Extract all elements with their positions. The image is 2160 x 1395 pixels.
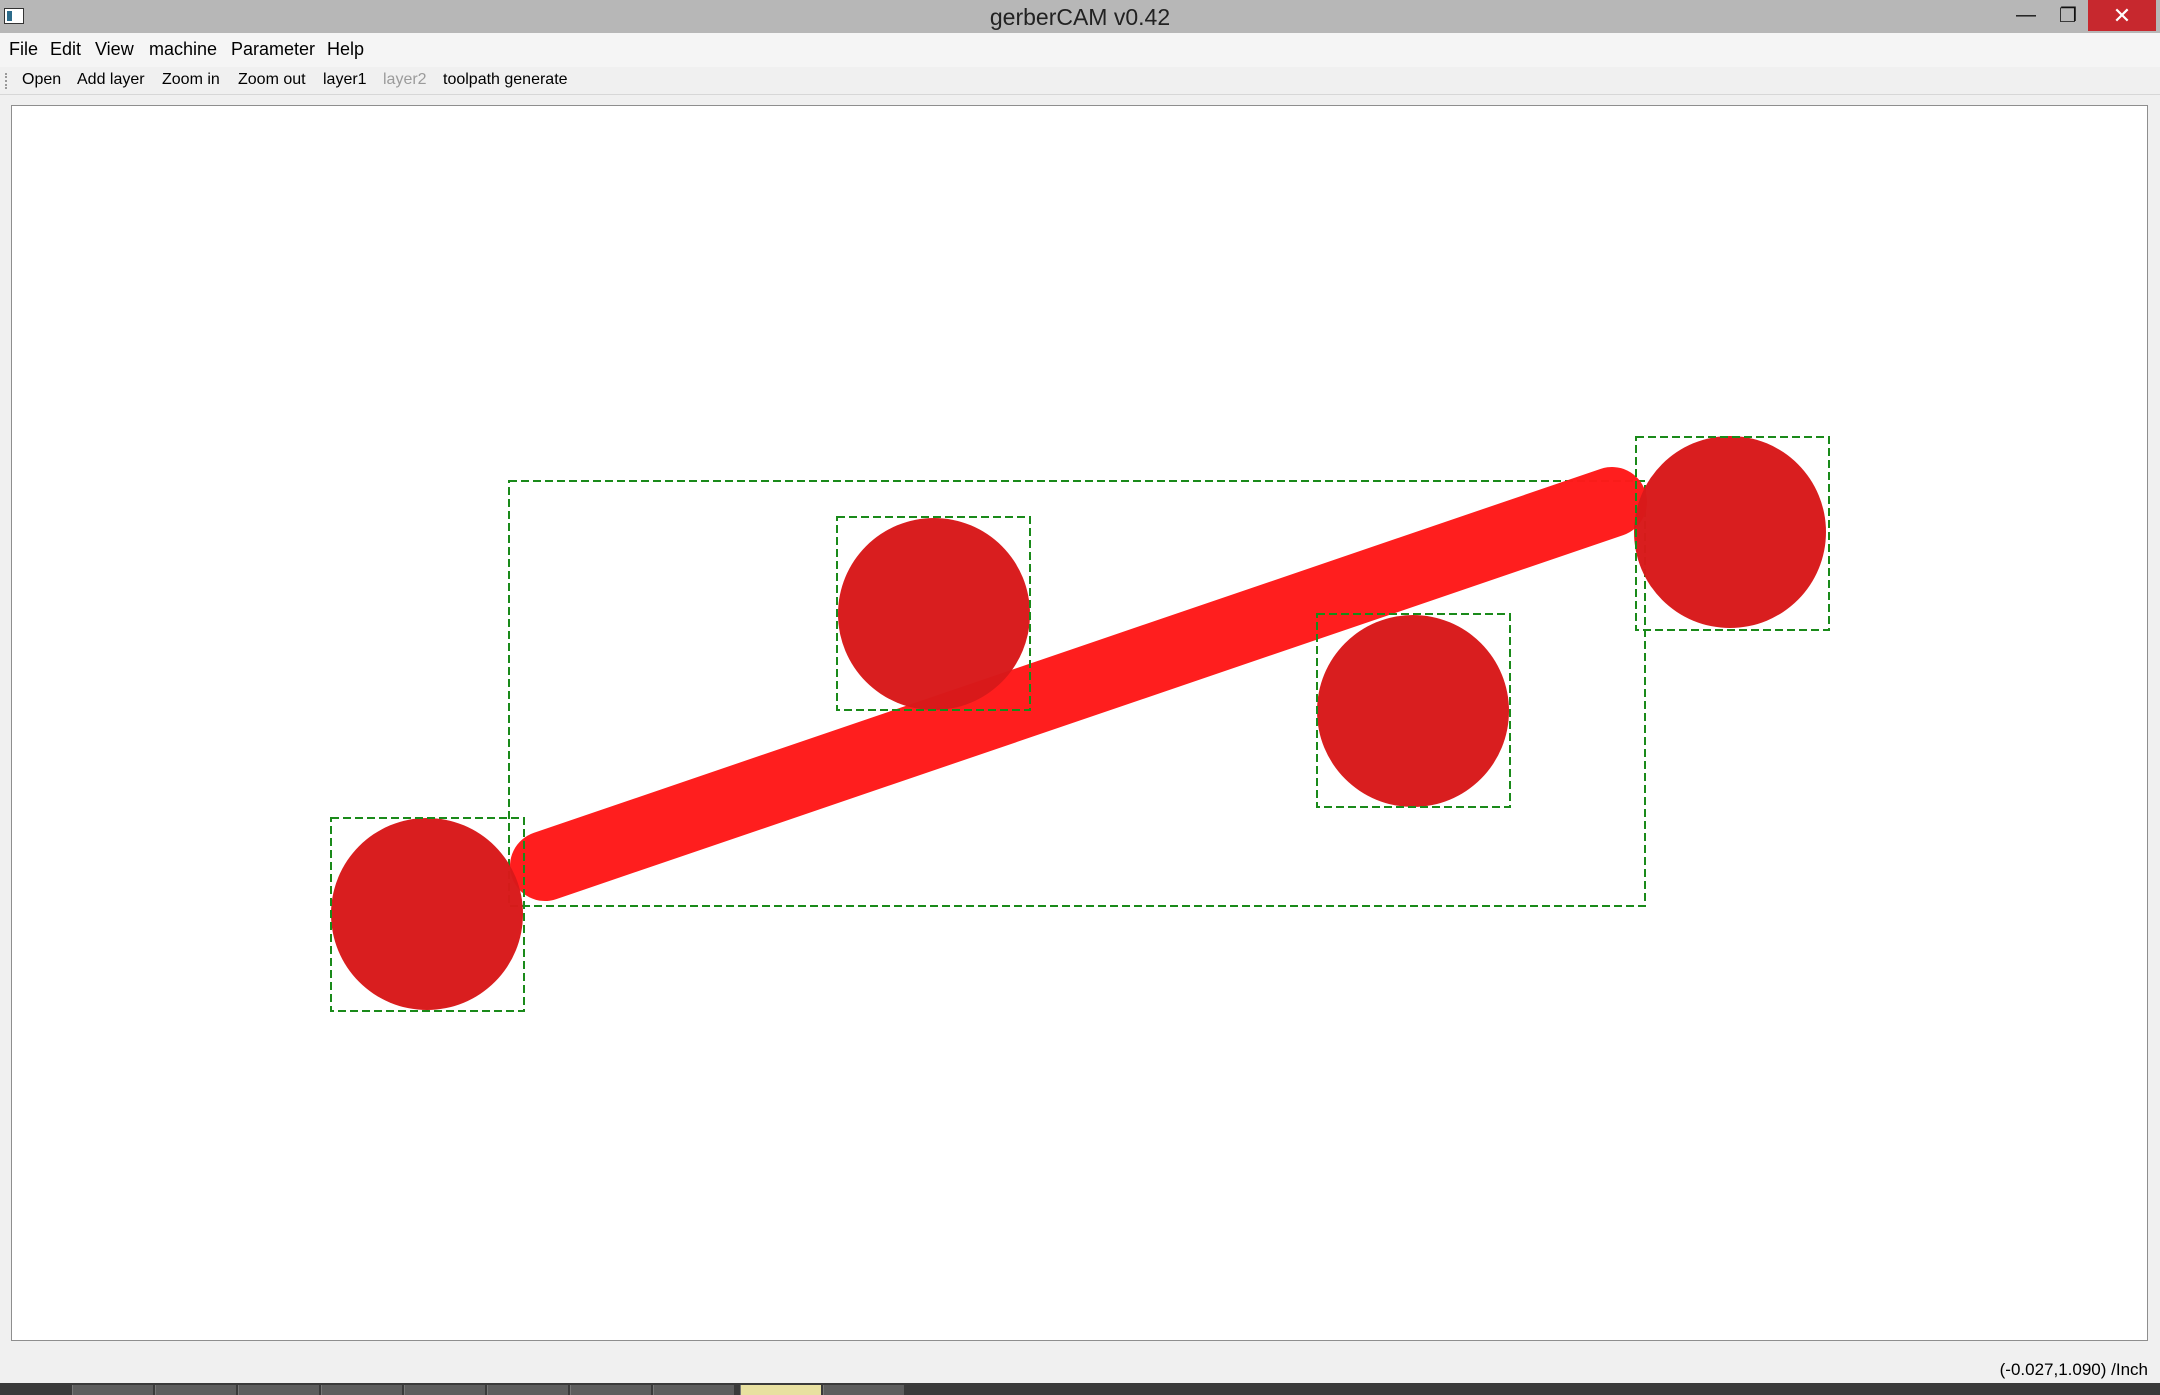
taskbar-button-app[interactable]	[570, 1385, 651, 1395]
pad-2[interactable]	[838, 518, 1030, 710]
toolbar: Open Add layer Zoom in Zoom out layer1 l…	[0, 67, 2160, 95]
taskbar-button-app[interactable]	[487, 1385, 568, 1395]
taskbar-button-app[interactable]	[823, 1385, 904, 1395]
taskbar-button-app[interactable]	[321, 1385, 402, 1395]
taskbar	[0, 1383, 2160, 1395]
menu-machine[interactable]: machine	[149, 39, 217, 60]
taskbar-button-app[interactable]	[238, 1385, 319, 1395]
layer2-button[interactable]: layer2	[383, 71, 427, 89]
close-icon[interactable]: ✕	[2088, 0, 2156, 31]
pad-1[interactable]	[331, 818, 523, 1010]
menu-edit[interactable]: Edit	[50, 39, 81, 60]
maximize-icon[interactable]: ❐	[2042, 0, 2094, 31]
window-title: gerberCAM v0.42	[989, 4, 1171, 30]
menu-file[interactable]: File	[9, 39, 38, 60]
layer1-button[interactable]: layer1	[323, 71, 367, 89]
title-bar: gerberCAM v0.42 — ❐ ✕	[0, 0, 2160, 33]
menu-bar: File Edit View machine Parameter Help	[0, 33, 2160, 67]
gerber-canvas[interactable]	[11, 105, 2148, 1341]
zoom-out-button[interactable]: Zoom out	[238, 71, 306, 89]
add-layer-button[interactable]: Add layer	[77, 71, 145, 89]
taskbar-button-active[interactable]	[740, 1385, 821, 1395]
menu-parameter[interactable]: Parameter	[231, 39, 315, 60]
taskbar-button-browser[interactable]	[155, 1385, 236, 1395]
pad-4[interactable]	[1634, 436, 1826, 628]
zoom-in-button[interactable]: Zoom in	[162, 71, 220, 89]
taskbar-button-app[interactable]	[653, 1385, 734, 1395]
gerber-drawing	[330, 436, 1830, 1012]
toolpath-generate-button[interactable]: toolpath generate	[443, 71, 568, 89]
menu-view[interactable]: View	[95, 39, 134, 60]
taskbar-button-app[interactable]	[404, 1385, 485, 1395]
coordinate-readout: (-0.027,1.090) /Inch	[1999, 1360, 2148, 1379]
menu-help[interactable]: Help	[327, 39, 364, 60]
pad-3[interactable]	[1317, 615, 1509, 807]
taskbar-button-explorer[interactable]	[72, 1385, 153, 1395]
open-button[interactable]: Open	[22, 71, 61, 89]
toolbar-grip[interactable]	[5, 73, 9, 89]
